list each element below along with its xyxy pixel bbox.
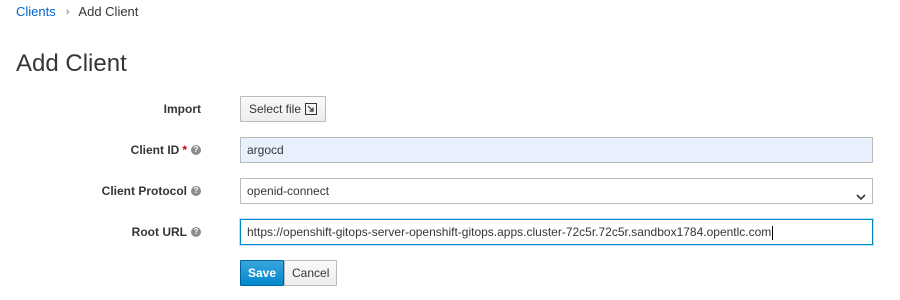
import-icon [305,103,318,115]
text-caret [772,225,774,240]
client-id-label: Client ID * ? [131,137,201,163]
root-url-input[interactable]: https://openshift-gitops-server-openshif… [240,219,873,245]
help-icon[interactable]: ? [191,186,201,196]
breadcrumb-separator: › [65,6,70,18]
client-protocol-row: Client Protocol ? openid-connect [0,178,900,204]
help-icon[interactable]: ? [191,145,201,155]
breadcrumb-current: Add Client [78,4,139,19]
select-file-label: Select file [249,102,302,116]
import-label: Import [163,102,201,116]
breadcrumb-clients-link[interactable]: Clients [16,4,56,20]
root-url-value: https://openshift-gitops-server-openshif… [247,225,772,239]
import-row: Import Select file [0,96,900,122]
client-id-input[interactable]: argocd [240,137,873,163]
page-title: Add Client [16,50,127,77]
breadcrumb: Clients › Add Client [16,4,138,20]
cancel-button[interactable]: Cancel [284,260,338,286]
client-protocol-label: Client Protocol ? [102,178,201,204]
client-id-row: Client ID * ? argocd [0,137,900,163]
root-url-row: Root URL ? https://openshift-gitops-serv… [0,219,900,245]
root-url-label: Root URL ? [132,219,201,245]
required-marker: * [182,143,187,157]
chevron-down-icon [856,186,866,201]
client-protocol-select[interactable]: openid-connect [240,178,873,204]
help-icon[interactable]: ? [191,227,201,237]
client-protocol-selected: openid-connect [247,184,330,198]
save-button[interactable]: Save [240,260,285,286]
select-file-button[interactable]: Select file [240,96,327,122]
